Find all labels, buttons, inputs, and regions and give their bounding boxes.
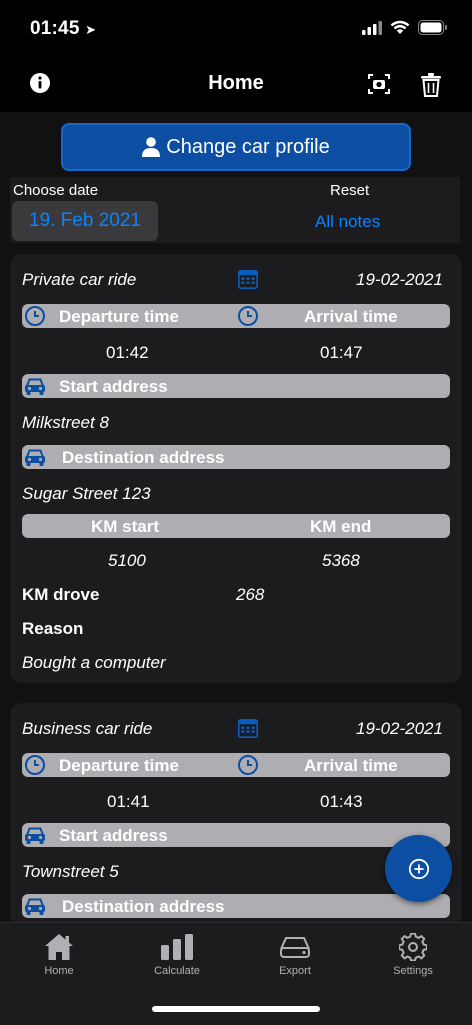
clock-icon [238, 755, 258, 775]
departure-value: 01:42 [106, 343, 149, 362]
clock-icon [25, 755, 45, 775]
home-icon [45, 934, 73, 960]
car-icon [25, 378, 45, 395]
km-end-label: KM end [310, 517, 372, 536]
status-time: 01:45 ➤ [30, 18, 96, 40]
start-address-label: Start address [59, 826, 168, 845]
tab-calculate[interactable]: Calculate [127, 933, 227, 977]
status-time-text: 01:45 [30, 18, 80, 39]
tab-export[interactable]: Export [245, 933, 345, 977]
car-icon [25, 898, 45, 915]
tab-home[interactable]: Home [9, 933, 109, 977]
km-start-label: KM start [91, 517, 160, 536]
start-address-bar: Start address [22, 823, 450, 847]
km-header-bar: KM start KM end [22, 514, 450, 538]
arrival-label: Arrival time [304, 756, 398, 775]
km-start-value: 5100 [108, 551, 146, 570]
start-address-value: Milkstreet 8 [22, 413, 109, 432]
battery-icon [418, 20, 447, 35]
start-address-value: Townstreet 5 [22, 862, 119, 881]
home-indicator [152, 1006, 320, 1012]
change-car-profile-button[interactable]: Change car profile [61, 123, 411, 171]
all-notes-button[interactable]: All notes [315, 212, 380, 232]
ride-date: 19-02-2021 [356, 270, 443, 289]
time-header-bar: Departure time Arrival time [22, 304, 450, 328]
choose-date-label: Choose date [13, 182, 99, 199]
destination-address-bar: Destination address [22, 445, 450, 469]
arrival-label: Arrival time [304, 307, 398, 326]
km-end-value: 5368 [322, 551, 360, 570]
start-address-label: Start address [59, 377, 168, 396]
main-content[interactable]: Change car profile Choose date 19. Feb 2… [0, 112, 472, 922]
camera-button[interactable] [366, 72, 392, 96]
time-header-bar: Departure time Arrival time [22, 753, 450, 777]
ride-card[interactable]: Private car ride 19-02-2021 Departure ti… [10, 254, 462, 683]
add-circle-icon [408, 858, 429, 879]
tab-settings-label: Settings [393, 965, 433, 977]
calendar-icon[interactable] [238, 718, 258, 738]
reason-label: Reason [22, 619, 84, 638]
destination-address-value: Sugar Street 123 [22, 484, 151, 503]
location-arrow-icon: ➤ [85, 22, 97, 37]
date-picker-value: 19. Feb 2021 [29, 210, 141, 231]
reset-label: Reset [330, 182, 370, 199]
trash-icon [421, 73, 441, 97]
status-icons [362, 20, 448, 35]
ride-type: Business car ride [22, 719, 153, 738]
arrival-value: 01:47 [320, 343, 363, 362]
start-address-bar: Start address [22, 374, 450, 398]
destination-address-bar: Destination address [22, 894, 450, 918]
km-drove-value: 268 [236, 585, 265, 604]
chart-icon [161, 934, 193, 960]
person-icon [142, 137, 161, 157]
tab-settings[interactable]: Settings [363, 933, 463, 977]
clock-icon [25, 306, 45, 326]
km-drove-label: KM drove [22, 585, 100, 604]
gear-icon [399, 933, 427, 961]
ride-date: 19-02-2021 [356, 719, 443, 738]
date-picker-button[interactable]: 19. Feb 2021 [12, 201, 158, 241]
change-car-profile-label: Change car profile [166, 135, 330, 158]
delete-button[interactable] [420, 72, 442, 98]
date-filter-bar: Choose date 19. Feb 2021 Reset All notes [10, 177, 460, 243]
page-title: Home [208, 72, 264, 94]
add-ride-button[interactable] [385, 835, 452, 902]
car-icon [25, 449, 45, 466]
clock-icon [238, 306, 258, 326]
arrival-value: 01:43 [320, 792, 363, 811]
reason-value: Bought a computer [22, 653, 166, 672]
departure-label: Departure time [59, 756, 179, 775]
signal-icon [362, 20, 382, 35]
calendar-icon[interactable] [238, 269, 258, 289]
destination-address-label: Destination address [62, 448, 225, 467]
departure-label: Departure time [59, 307, 179, 326]
camera-icon [368, 74, 390, 94]
destination-address-label: Destination address [62, 897, 225, 916]
tab-calculate-label: Calculate [154, 965, 200, 977]
drive-icon [280, 937, 310, 958]
car-icon [25, 827, 45, 844]
tab-export-label: Export [279, 965, 311, 977]
wifi-icon [390, 20, 410, 34]
ride-type: Private car ride [22, 270, 137, 289]
tab-home-label: Home [44, 965, 74, 977]
departure-value: 01:41 [107, 792, 150, 811]
